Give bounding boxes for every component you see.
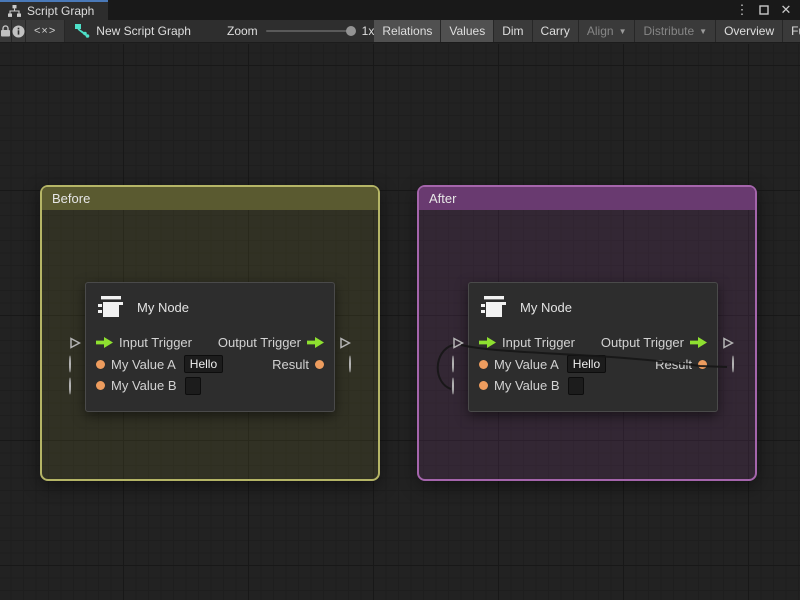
tab-script-graph[interactable]: Script Graph <box>0 0 108 20</box>
titlebar-spacer <box>108 0 734 20</box>
carry-toggle[interactable]: Carry <box>533 20 579 42</box>
zoom-slider[interactable] <box>266 30 354 32</box>
trigger-out-icon[interactable] <box>690 337 707 348</box>
align-dropdown[interactable]: Align ▼ <box>579 20 636 42</box>
value-a-outer-port[interactable] <box>69 357 71 372</box>
value-a-input[interactable]: Hello <box>184 355 223 373</box>
trigger-out-icon[interactable] <box>307 337 324 348</box>
result-outer-port[interactable] <box>349 357 351 372</box>
values-toggle[interactable]: Values <box>441 20 494 42</box>
result-label: Result <box>272 357 309 372</box>
result-port-icon[interactable] <box>698 360 707 369</box>
value-b-outer-port[interactable] <box>452 378 454 393</box>
overview-button[interactable]: Overview <box>716 20 783 42</box>
group-before-title: Before <box>52 191 90 206</box>
maximize-icon[interactable] <box>756 2 772 18</box>
result-label: Result <box>655 357 692 372</box>
tab-label: Script Graph <box>27 4 94 18</box>
result-port-icon[interactable] <box>315 360 324 369</box>
inspector-button[interactable] <box>12 20 26 42</box>
script-graph-icon <box>75 24 90 38</box>
input-trigger-outer-port[interactable] <box>69 337 81 349</box>
lock-icon <box>0 25 11 37</box>
value-b-port-icon[interactable] <box>96 381 105 390</box>
code-preview-button[interactable]: <×> <box>26 20 65 42</box>
value-a-port-icon[interactable] <box>479 360 488 369</box>
value-b-label: My Value B <box>494 378 560 393</box>
group-before-header[interactable]: Before <box>42 187 378 210</box>
fullscreen-button[interactable]: Full Screen <box>783 20 800 42</box>
unit-node-icon <box>481 294 507 320</box>
value-b-outer-port[interactable] <box>69 378 71 393</box>
value-a-input[interactable]: Hello <box>567 355 606 373</box>
node-my-node-after[interactable]: My Node Input Trigger Output Trigger <box>468 282 718 412</box>
graph-tree-icon <box>8 5 21 17</box>
chevron-down-icon: ▼ <box>699 27 707 36</box>
input-trigger-label: Input Trigger <box>119 335 192 350</box>
zoom-value: 1x <box>362 24 375 38</box>
input-trigger-outer-port[interactable] <box>452 337 464 349</box>
graph-toolbar: <×> New Script Graph Zoom 1x Relations V… <box>0 20 800 43</box>
output-trigger-outer-port[interactable] <box>722 337 734 349</box>
chevron-down-icon: ▼ <box>619 27 627 36</box>
zoom-slider-handle[interactable] <box>346 26 356 36</box>
port-row-triggers: Input Trigger Output Trigger <box>469 332 717 354</box>
value-a-port-icon[interactable] <box>96 360 105 369</box>
port-row-value-a: My Value A Hello Result <box>86 354 334 376</box>
value-b-port-icon[interactable] <box>479 381 488 390</box>
port-row-triggers: Input Trigger Output Trigger <box>86 332 334 354</box>
output-trigger-label: Output Trigger <box>218 335 301 350</box>
port-row-value-b: My Value B <box>469 375 717 397</box>
relations-toggle[interactable]: Relations <box>374 20 441 42</box>
close-icon[interactable]: ✕ <box>778 2 794 18</box>
value-a-outer-port[interactable] <box>452 357 454 372</box>
window-titlebar: Script Graph ⋮ ✕ <box>0 0 800 20</box>
output-trigger-outer-port[interactable] <box>339 337 351 349</box>
lock-button[interactable] <box>0 20 12 42</box>
value-a-label: My Value A <box>111 357 176 372</box>
port-row-value-a: My Value A Hello Result <box>469 354 717 376</box>
trigger-in-icon[interactable] <box>96 337 113 348</box>
zoom-label: Zoom <box>227 24 258 38</box>
trigger-in-icon[interactable] <box>479 337 496 348</box>
unit-node-icon <box>98 294 124 320</box>
value-a-label: My Value A <box>494 357 559 372</box>
graph-title: New Script Graph <box>96 24 191 38</box>
info-icon <box>12 25 25 38</box>
output-trigger-label: Output Trigger <box>601 335 684 350</box>
align-label: Align <box>587 24 614 38</box>
group-after-title: After <box>429 191 456 206</box>
node-title: My Node <box>137 300 189 315</box>
graph-canvas[interactable]: Before After My Node <box>0 44 800 600</box>
group-after-header[interactable]: After <box>419 187 755 210</box>
dim-toggle[interactable]: Dim <box>494 20 532 42</box>
input-trigger-label: Input Trigger <box>502 335 575 350</box>
value-b-input[interactable] <box>185 377 201 395</box>
result-outer-port[interactable] <box>732 357 734 372</box>
port-row-value-b: My Value B <box>86 375 334 397</box>
distribute-label: Distribute <box>643 24 694 38</box>
graph-breadcrumb[interactable]: New Script Graph <box>65 20 201 42</box>
value-b-label: My Value B <box>111 378 177 393</box>
distribute-dropdown[interactable]: Distribute ▼ <box>635 20 716 42</box>
menu-kebab-icon[interactable]: ⋮ <box>734 2 750 18</box>
node-title: My Node <box>520 300 572 315</box>
node-my-node-before[interactable]: My Node Input Trigger Output Trigger <box>85 282 335 412</box>
value-b-input[interactable] <box>568 377 584 395</box>
